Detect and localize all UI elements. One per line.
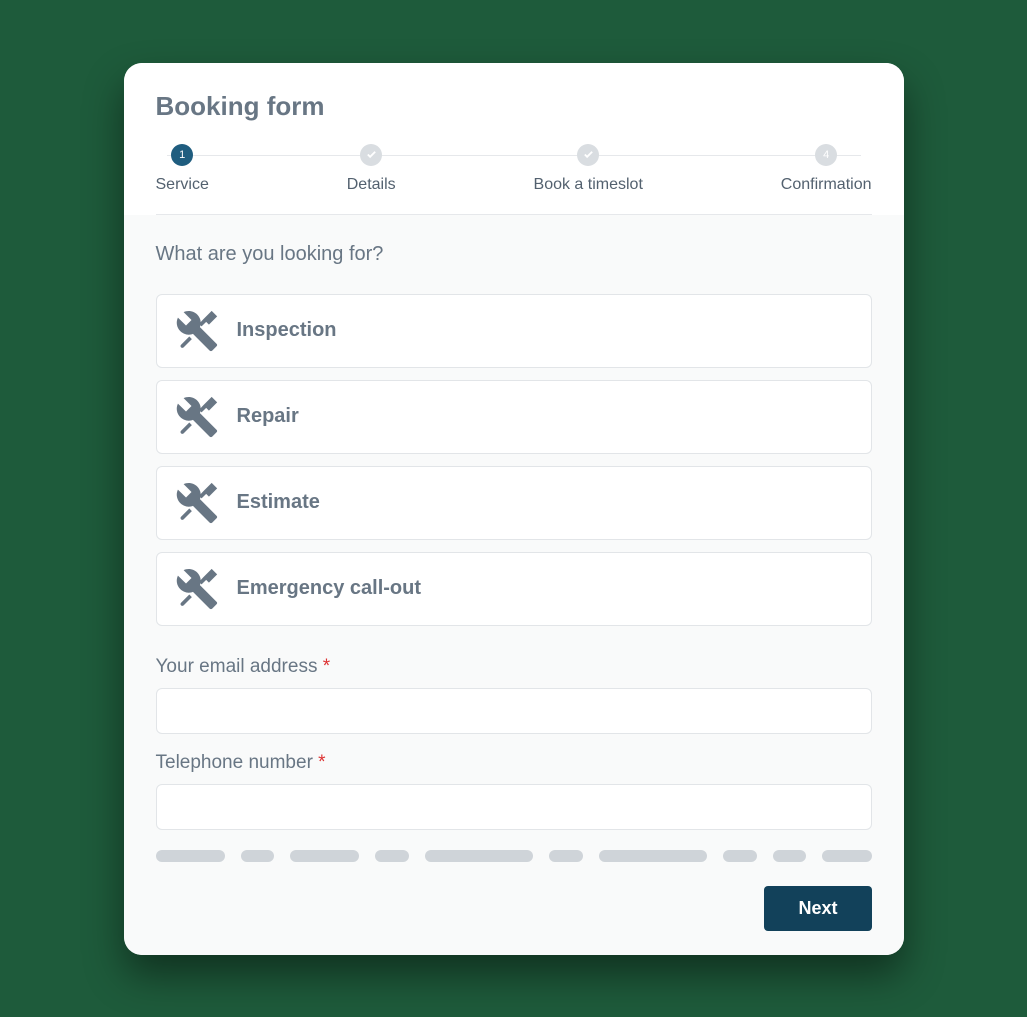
placeholder-row <box>156 850 872 862</box>
placeholder-bar <box>241 850 275 862</box>
placeholder-bar <box>549 850 583 862</box>
email-label-text: Your email address <box>156 656 318 677</box>
phone-label: Telephone number * <box>156 752 872 774</box>
page-title: Booking form <box>156 91 872 122</box>
stepper-line <box>167 155 861 156</box>
tools-icon <box>175 481 219 525</box>
card-header: Booking form 1 Service Details Book a t <box>124 63 904 215</box>
tools-icon <box>175 567 219 611</box>
placeholder-bar <box>599 850 707 862</box>
placeholder-bar <box>822 850 871 862</box>
email-input[interactable] <box>156 688 872 734</box>
option-label: Estimate <box>237 491 320 514</box>
tools-icon <box>175 309 219 353</box>
phone-input[interactable] <box>156 784 872 830</box>
email-field-wrapper: Your email address * <box>156 656 872 734</box>
phone-label-text: Telephone number <box>156 752 313 773</box>
step-label: Details <box>347 176 396 194</box>
option-label: Repair <box>237 405 299 428</box>
option-inspection[interactable]: Inspection <box>156 294 872 368</box>
step-timeslot[interactable]: Book a timeslot <box>534 144 643 194</box>
placeholder-bar <box>290 850 359 862</box>
option-label: Inspection <box>237 319 337 342</box>
placeholder-bar <box>773 850 807 862</box>
step-number: 1 <box>179 149 185 161</box>
step-confirmation[interactable]: 4 Confirmation <box>781 144 872 194</box>
step-service[interactable]: 1 Service <box>156 144 209 194</box>
stepper: 1 Service Details Book a timeslot 4 <box>156 144 872 215</box>
tools-icon <box>175 395 219 439</box>
booking-card: Booking form 1 Service Details Book a t <box>124 63 904 955</box>
card-body: What are you looking for? Inspection Rep… <box>124 215 904 955</box>
next-button[interactable]: Next <box>764 886 871 931</box>
required-mark: * <box>323 656 330 677</box>
step-number: 4 <box>823 149 829 161</box>
step-details[interactable]: Details <box>347 144 396 194</box>
actions-row: Next <box>156 886 872 931</box>
option-repair[interactable]: Repair <box>156 380 872 454</box>
step-indicator-inactive <box>360 144 382 166</box>
option-estimate[interactable]: Estimate <box>156 466 872 540</box>
check-icon <box>366 149 377 160</box>
placeholder-bar <box>375 850 409 862</box>
required-mark: * <box>318 752 325 773</box>
step-label: Service <box>156 176 209 194</box>
question-heading: What are you looking for? <box>156 243 872 266</box>
step-label: Confirmation <box>781 176 872 194</box>
option-emergency[interactable]: Emergency call-out <box>156 552 872 626</box>
step-indicator-inactive <box>577 144 599 166</box>
phone-field-wrapper: Telephone number * <box>156 752 872 830</box>
placeholder-bar <box>156 850 225 862</box>
step-label: Book a timeslot <box>534 176 643 194</box>
placeholder-bar <box>723 850 757 862</box>
option-label: Emergency call-out <box>237 577 422 600</box>
check-icon <box>583 149 594 160</box>
step-indicator-active: 1 <box>171 144 193 166</box>
service-options: Inspection Repair Estimate <box>156 294 872 626</box>
email-label: Your email address * <box>156 656 872 678</box>
step-indicator-inactive: 4 <box>815 144 837 166</box>
placeholder-bar <box>425 850 533 862</box>
